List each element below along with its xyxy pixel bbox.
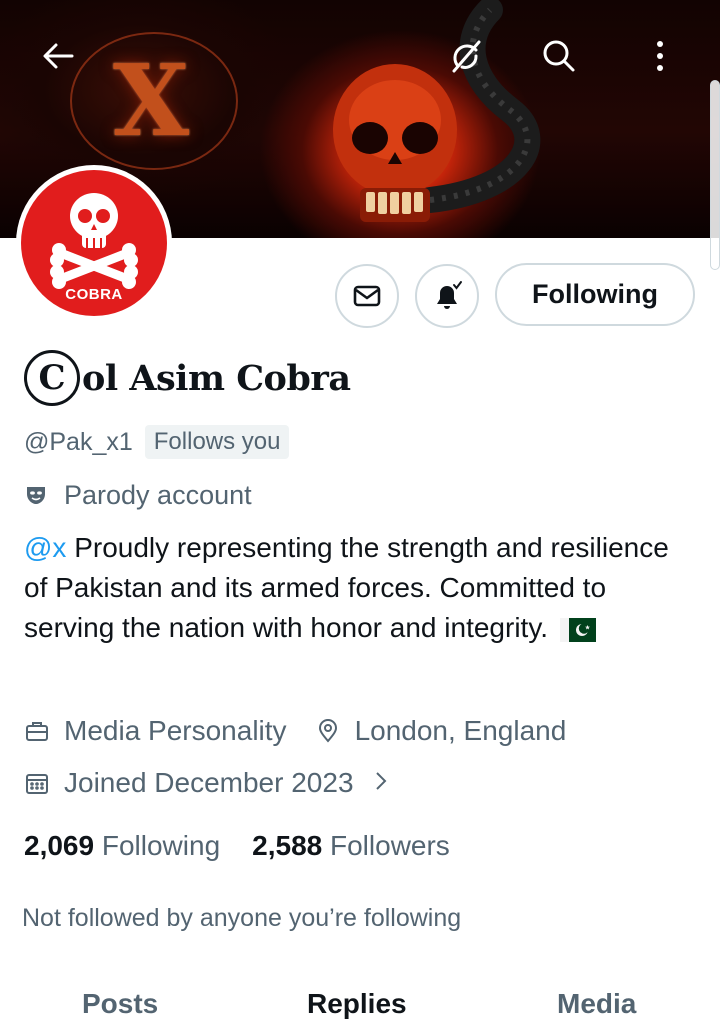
skull-illustration <box>333 64 457 222</box>
banner-x-logo: X <box>112 44 190 159</box>
followers-count: 2,588 <box>252 830 323 861</box>
notifications-button[interactable] <box>415 264 479 328</box>
message-button[interactable] <box>335 264 399 328</box>
back-button[interactable] <box>32 30 84 82</box>
avatar[interactable]: COBRA <box>16 165 172 321</box>
followers-stat-link[interactable]: 2,588 Followers <box>252 830 450 862</box>
followers-stat-label: Followers <box>330 830 450 861</box>
more-button[interactable] <box>634 30 686 82</box>
profile-tabs: Posts Replies Media <box>0 980 720 1028</box>
tab-replies[interactable]: Replies <box>307 988 407 1020</box>
follow-stats: 2,069 Following 2,588 Followers <box>24 826 450 866</box>
user-handle: @Pak_x1 <box>24 427 133 456</box>
following-stat-label: Following <box>101 830 221 861</box>
tab-media[interactable]: Media <box>557 988 636 1020</box>
category-label: Media Personality <box>64 715 287 746</box>
follows-you-badge: Follows you <box>144 425 290 459</box>
parody-label-row[interactable]: Parody account <box>24 476 252 514</box>
profile-meta-row: Media Personality London, England <box>24 710 566 752</box>
display-name-text: ol Asim Cobra <box>82 357 351 399</box>
search-icon <box>543 40 575 72</box>
briefcase-icon <box>24 718 52 744</box>
name-emblem: C <box>24 350 80 406</box>
profile-bio: @x Proudly representing the strength and… <box>24 528 694 648</box>
bio-mention-link[interactable]: @x <box>24 532 66 563</box>
avatar-image: COBRA <box>21 170 167 316</box>
parody-label: Parody account <box>64 479 252 510</box>
joined-row[interactable]: Joined December 2023 <box>24 762 390 804</box>
scrollbar-thumb[interactable] <box>710 80 720 270</box>
following-stat-link[interactable]: 2,069 Following <box>24 830 220 862</box>
mask-icon <box>24 483 50 507</box>
pakistan-flag-icon <box>559 617 596 642</box>
following-count: 2,069 <box>24 830 95 861</box>
calendar-icon <box>24 770 52 796</box>
display-name: C ol Asim Cobra <box>24 348 351 408</box>
location-pin-icon <box>315 718 343 744</box>
arrow-left-icon <box>43 43 74 69</box>
envelope-icon <box>353 285 381 307</box>
profile-page: X COBRA Following C ol Asim Cobra @Pak_x… <box>0 0 720 1028</box>
handle-row: @Pak_x1 Follows you <box>24 422 290 462</box>
grok-icon <box>452 40 481 73</box>
chevron-right-icon <box>372 767 390 799</box>
search-button[interactable] <box>533 30 585 82</box>
location-label: London, England <box>354 715 567 746</box>
bell-check-icon <box>437 281 462 309</box>
following-button[interactable]: Following <box>495 263 695 326</box>
more-vertical-icon <box>657 41 663 71</box>
joined-label: Joined December 2023 <box>64 767 354 798</box>
grok-button[interactable] <box>440 30 492 82</box>
mutual-followers-text: Not followed by anyone you’re following <box>22 904 462 932</box>
tab-posts[interactable]: Posts <box>82 988 158 1020</box>
avatar-label: COBRA <box>65 286 123 303</box>
